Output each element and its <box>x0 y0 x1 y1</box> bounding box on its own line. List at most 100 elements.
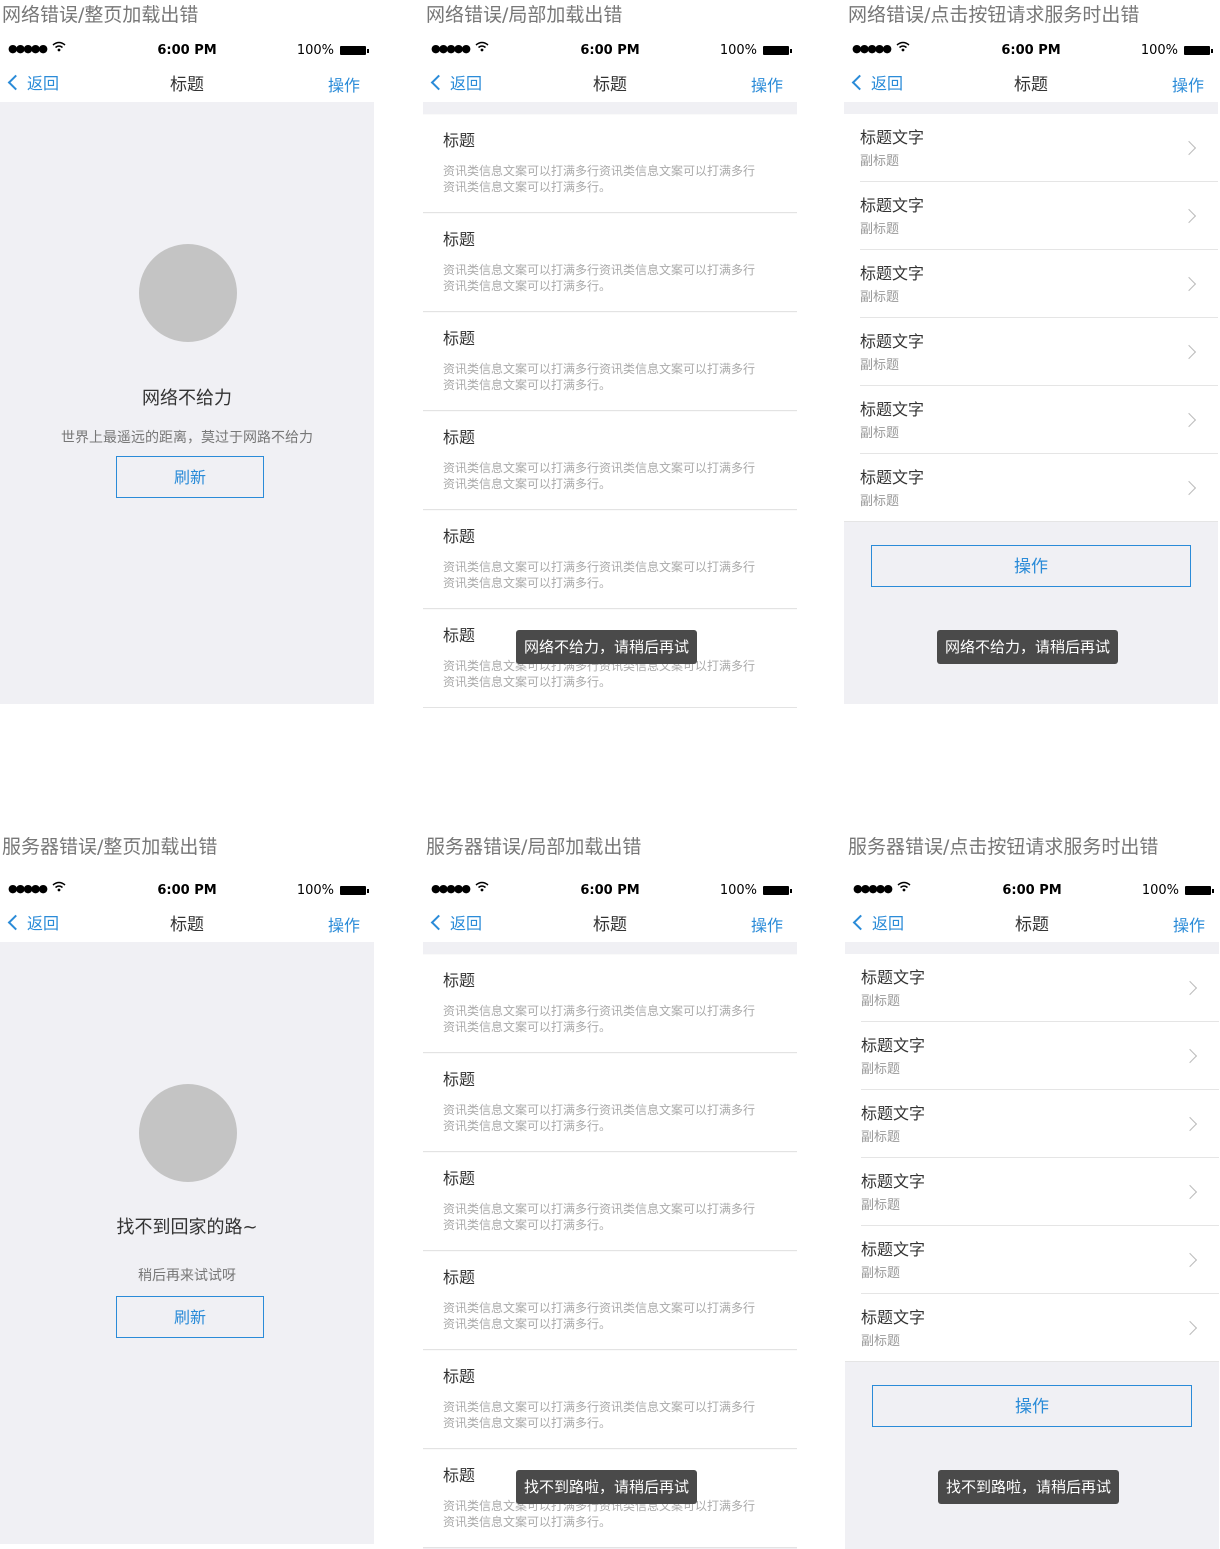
cell-title: 标题文字 <box>861 1172 926 1191</box>
status-bar: ●●●●● 6:00 PM 100% <box>423 38 797 62</box>
list-item[interactable]: 标题文字 副标题 <box>844 454 1218 522</box>
list-item[interactable]: 标题文字 副标题 <box>860 114 1218 182</box>
cell-subtitle: 副标题 <box>860 290 900 305</box>
list-item[interactable]: 标题文字 副标题 <box>845 1294 1219 1362</box>
error-toast: 找不到路啦，请稍后再试 <box>516 1470 698 1504</box>
list-item[interactable]: 标题 资讯类信息文案可以打满多行资讯类信息文案可以打满多行 资讯类信息文案可以打满多… <box>423 954 797 1053</box>
list-item[interactable]: 标题 资讯类信息文案可以打满多行资讯类信息文案可以打满多行 资讯类信息文案可以打满多… <box>423 1053 797 1152</box>
nav-bar: 返回 标题 操作 <box>844 62 1218 102</box>
empty-state-image <box>139 244 237 342</box>
battery-percent: 100% <box>1141 883 1179 898</box>
nav-action-button[interactable]: 操作 <box>751 912 783 936</box>
section-title-server-button: 服务器错误/点击按钮请求服务时出错 <box>848 836 1159 858</box>
battery-icon <box>763 886 792 895</box>
list-item[interactable]: 标题文字 副标题 <box>860 318 1218 386</box>
page-title: 标题 <box>593 915 627 935</box>
news-desc: 资讯类信息文案可以打满多行资讯类信息文案可以打满多行 资讯类信息文案可以打满多行。 <box>443 262 788 294</box>
list-item[interactable]: 标题文字 副标题 <box>861 954 1219 1022</box>
news-desc-line: 资讯类信息文案可以打满多行。 <box>443 576 612 590</box>
cell-subtitle: 副标题 <box>861 994 901 1009</box>
news-title: 标题 <box>443 527 476 546</box>
empty-state-image <box>139 1084 237 1182</box>
list-item[interactable]: 标题资讯类信息文案可以打满多行资讯类信息文案可以打满多行 资讯类信息文案可以打满多… <box>423 1152 797 1251</box>
nav-action-button[interactable]: 操作 <box>751 72 783 96</box>
nav-action-button[interactable]: 操作 <box>328 912 360 936</box>
cell-list: 标题文字 副标题 标题文字 副标题 标题文字 副标题 标题文字 副标题 标题文字 副标题 … <box>845 954 1219 1362</box>
cell-title: 标题文字 <box>860 264 925 283</box>
news-desc: 资讯类信息文案可以打满多行资讯类信息文案可以打满多行 资讯类信息文案可以打满多行。 <box>443 460 788 492</box>
news-title: 标题 <box>443 1466 476 1485</box>
cell-title: 标题文字 <box>860 400 925 419</box>
chevron-right-icon <box>1182 980 1198 996</box>
list-item[interactable]: 标题文字 副标题 <box>860 386 1218 454</box>
list-item[interactable]: 标题 资讯类信息文案可以打满多行资讯类信息文案可以打满多行 资讯类信息文案可以打满多… <box>423 411 797 510</box>
nav-bar: 返回 标题 操作 <box>423 902 797 942</box>
battery-icon <box>340 886 369 895</box>
news-desc: 资讯类信息文案可以打满多行资讯类信息文案可以打满多行 资讯类信息文案可以打满多行。 <box>443 1102 788 1134</box>
list-item[interactable]: 标题文字 副标题 <box>861 1090 1219 1158</box>
list-item[interactable]: 标题 资讯类信息文案可以打满多行资讯类信息文案可以打满多行 资讯类信息文案可以打满多… <box>423 1251 797 1350</box>
phone-network-button: ●●●●● 6:00 PM 100% 返回 标题 操作 标题文字 副标题 标题文字… <box>844 38 1218 704</box>
status-bar: ●●●●● 6:00 PM 100% <box>844 38 1218 62</box>
phone-server-full: ●●●●● 6:00 PM 100% 返回 标题 操作 找不到回家的路~ 稍后再… <box>0 878 374 1544</box>
list-item[interactable]: 标题 资讯类信息文案可以打满多行资讯类信息文案可以打满多行 资讯类信息文案可以打满多… <box>423 213 797 312</box>
chevron-right-icon <box>1181 208 1197 224</box>
list-item[interactable]: 标题文字 副标题 <box>861 1022 1219 1090</box>
cell-title: 标题文字 <box>861 1104 926 1123</box>
phone-server-partial: ●●●●● 6:00 PM 100% 返回 标题 操作 标题 资讯类信息文案可以打… <box>423 878 797 1549</box>
news-title: 标题 <box>443 329 476 348</box>
news-desc-line: 资讯类信息文案可以打满多行资讯类信息文案可以打满多行 <box>443 1202 756 1216</box>
list-item[interactable]: 标题 资讯类信息文案可以打满多行资讯类信息文案可以打满多行 资讯类信息文案可以打满多… <box>423 114 797 213</box>
news-title: 标题 <box>443 1169 476 1188</box>
news-desc: 资讯类信息文案可以打满多行资讯类信息文案可以打满多行 资讯类信息文案可以打满多行。 <box>443 1399 788 1431</box>
nav-action-button[interactable]: 操作 <box>1172 72 1204 96</box>
section-title-network-button: 网络错误/点击按钮请求服务时出错 <box>848 4 1140 26</box>
section-title-network-full: 网络错误/整页加载出错 <box>2 4 199 26</box>
news-desc: 资讯类信息文案可以打满多行资讯类信息文案可以打满多行 资讯类信息文案可以打满多行。 <box>443 1300 788 1332</box>
news-desc-line: 资讯类信息文案可以打满多行资讯类信息文案可以打满多行 <box>443 164 756 178</box>
list-item[interactable]: 标题文字 副标题 <box>860 182 1218 250</box>
list-item[interactable]: 标题文字 副标题 <box>860 250 1218 318</box>
nav-bar: 返回 标题 操作 <box>423 62 797 102</box>
action-button[interactable]: 操作 <box>872 1385 1192 1427</box>
news-desc-line: 资讯类信息文案可以打满多行资讯类信息文案可以打满多行 <box>443 362 756 376</box>
empty-state-title: 网络不给力 <box>142 388 232 409</box>
cell-title: 标题文字 <box>861 968 926 987</box>
list-item[interactable]: 标题资讯类信息文案可以打满多行资讯类信息文案可以打满多行 资讯类信息文案可以打满多… <box>423 1350 797 1449</box>
news-desc-line: 资讯类信息文案可以打满多行。 <box>443 675 612 689</box>
list-item[interactable]: 标题文字 副标题 <box>861 1226 1219 1294</box>
news-desc-line: 资讯类信息文案可以打满多行。 <box>443 180 612 194</box>
news-title: 标题 <box>443 1367 476 1386</box>
list-item[interactable]: 标题文字 副标题 <box>861 1158 1219 1226</box>
list-item[interactable]: 标题 资讯类信息文案可以打满多行资讯类信息文案可以打满多行 资讯类信息文案可以打满多… <box>423 510 797 609</box>
phone-network-partial: ●●●●● 6:00 PM 100% 返回 标题 操作 标题资讯类信息文案可以打… <box>423 38 797 708</box>
cell-subtitle: 副标题 <box>860 222 900 237</box>
chevron-right-icon <box>1181 344 1197 360</box>
chevron-right-icon <box>1181 412 1197 428</box>
error-toast: 找不到路啦，请稍后再试 <box>938 1470 1120 1504</box>
news-desc: 资讯类信息文案可以打满多行资讯类信息文案可以打满多行 资讯类信息文案可以打满多行。 <box>443 163 788 195</box>
section-title-server-full: 服务器错误/整页加载出错 <box>2 836 218 858</box>
cell-title: 标题文字 <box>860 128 925 147</box>
page-title: 标题 <box>1014 75 1048 95</box>
status-bar: ●●●●● 6:00 PM 100% <box>0 878 374 902</box>
cell-title: 标题文字 <box>860 196 925 215</box>
chevron-right-icon <box>1182 1116 1198 1132</box>
news-desc: 资讯类信息文案可以打满多行资讯类信息文案可以打满多行 资讯类信息文案可以打满多行。 <box>443 361 788 393</box>
nav-action-button[interactable]: 操作 <box>328 72 360 96</box>
refresh-button[interactable]: 刷新 <box>116 456 264 498</box>
cell-subtitle: 副标题 <box>860 358 900 373</box>
nav-action-button[interactable]: 操作 <box>1173 912 1205 936</box>
page-title: 标题 <box>170 75 204 95</box>
news-desc-line: 资讯类信息文案可以打满多行。 <box>443 1218 612 1232</box>
refresh-button[interactable]: 刷新 <box>116 1296 264 1338</box>
error-toast: 网络不给力，请稍后再试 <box>516 630 698 664</box>
news-desc-line: 资讯类信息文案可以打满多行。 <box>443 1416 612 1430</box>
news-desc: 资讯类信息文案可以打满多行资讯类信息文案可以打满多行 资讯类信息文案可以打满多行。 <box>443 1201 788 1233</box>
news-desc-line: 资讯类信息文案可以打满多行资讯类信息文案可以打满多行 <box>443 263 756 277</box>
cell-title: 标题文字 <box>861 1036 926 1055</box>
cell-subtitle: 副标题 <box>861 1334 901 1349</box>
cell-subtitle: 副标题 <box>860 426 900 441</box>
action-button[interactable]: 操作 <box>871 545 1191 587</box>
list-item[interactable]: 标题资讯类信息文案可以打满多行资讯类信息文案可以打满多行 资讯类信息文案可以打满多… <box>423 312 797 411</box>
